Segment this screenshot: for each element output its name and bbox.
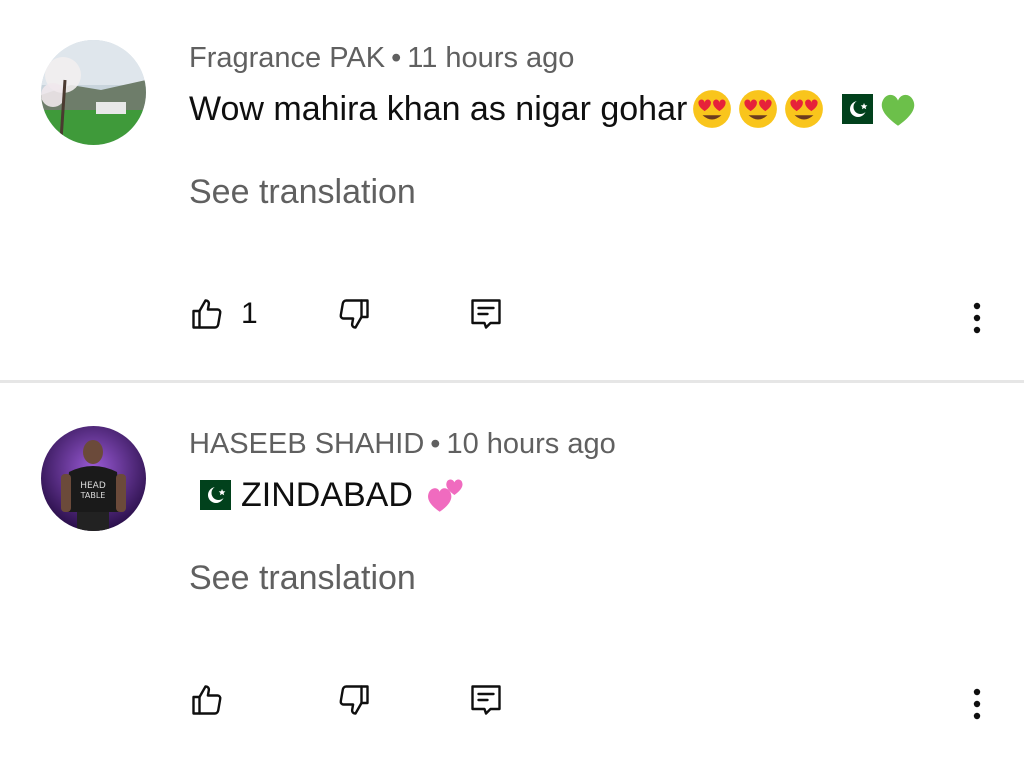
comment-header: Fragrance PAK • 11 hours ago [189,42,574,75]
comment-reply-icon [471,685,501,715]
heart-eyes-emoji [739,90,778,128]
comment-body: Wow mahira khan as nigar gohar [189,89,688,128]
comment-actions [0,682,1024,732]
avatar[interactable]: HEAD TABLE [41,426,146,531]
comment-body: ZINDABAD [241,475,413,514]
comment-divider [0,380,1024,383]
see-translation-link[interactable]: See translation [189,173,416,212]
reply-button[interactable] [468,296,504,332]
comment-text: ZINDABAD [189,474,467,516]
author-name[interactable]: HASEEB SHAHID [189,428,424,460]
pakistan-flag-emoji [189,480,231,510]
heart-eyes-emoji [785,90,824,128]
like-button[interactable]: 1 [189,296,258,332]
comment-thread-2: HEAD TABLE HASEEB SHAHID • 10 hours ago ZI… [0,386,1024,766]
comment-thread-1: Fragrance PAK • 11 hours ago Wow mahira kh… [0,0,1024,380]
svg-text:HEAD: HEAD [80,481,106,491]
like-button[interactable] [189,682,225,718]
comment-text: Wow mahira khan as nigar gohar [189,88,919,130]
comment-time: 10 hours ago [446,428,616,460]
thumbs-up-icon [192,685,222,715]
more-options-button[interactable] [962,684,992,724]
more-vert-icon [973,302,981,334]
comment-time: 11 hours ago [407,42,575,74]
thumbs-up-icon [192,299,222,329]
separator-dot: • [391,42,402,74]
avatar[interactable] [41,40,146,145]
thumbs-down-icon [339,299,369,329]
more-options-button[interactable] [962,298,992,338]
comment-header: HASEEB SHAHID • 10 hours ago [189,428,616,461]
pakistan-flag-emoji [831,94,874,124]
reply-button[interactable] [468,682,504,718]
green-heart-emoji [882,94,915,126]
like-count: 1 [241,297,258,330]
comment-reply-icon [471,299,501,329]
heart-eyes-emoji [693,90,732,128]
separator-dot: • [430,428,441,460]
author-name[interactable]: Fragrance PAK [189,42,385,74]
thumbs-down-icon [339,685,369,715]
two-hearts-emoji [427,479,463,512]
dislike-button[interactable] [336,682,372,718]
svg-text:TABLE: TABLE [80,491,106,500]
dislike-button[interactable] [336,296,372,332]
comment-actions: 1 [0,296,1024,346]
more-vert-icon [973,688,981,720]
see-translation-link[interactable]: See translation [189,559,416,598]
